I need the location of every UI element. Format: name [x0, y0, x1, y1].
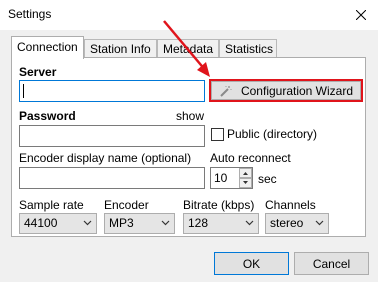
- server-label: Server: [19, 65, 57, 79]
- configuration-wizard-button[interactable]: Configuration Wizard: [211, 81, 361, 100]
- tab-station-info[interactable]: Station Info: [84, 39, 157, 57]
- chevron-down-icon: [245, 220, 254, 226]
- cancel-button[interactable]: Cancel: [294, 252, 369, 275]
- chevron-down-icon: [161, 220, 170, 226]
- encoder-name-input[interactable]: [19, 167, 205, 189]
- public-label: Public (directory): [227, 127, 318, 141]
- arrow-up-icon: [243, 172, 248, 175]
- auto-reconnect-value: 10: [214, 171, 228, 185]
- tab-connection[interactable]: Connection: [11, 36, 84, 59]
- tab-label: Statistics: [225, 42, 274, 56]
- arrow-down-icon: [243, 181, 248, 184]
- close-button[interactable]: [350, 4, 372, 26]
- tab-label: Connection: [17, 40, 78, 54]
- window-title: Settings: [8, 7, 52, 21]
- close-icon: [356, 10, 366, 20]
- channels-select[interactable]: stereo: [265, 213, 329, 234]
- auto-reconnect-label: Auto reconnect: [210, 151, 291, 165]
- encoder-label: Encoder: [104, 198, 149, 212]
- text-caret: [23, 84, 24, 98]
- bitrate-select[interactable]: 128: [183, 213, 259, 234]
- spin-up-button[interactable]: [239, 168, 252, 178]
- tab-label: Station Info: [90, 42, 151, 56]
- sample-rate-value: 44100: [24, 216, 58, 230]
- channels-value: stereo: [270, 216, 304, 230]
- sec-label: sec: [258, 172, 277, 186]
- wizard-label: Configuration Wizard: [240, 83, 354, 98]
- password-label: Password: [19, 109, 76, 123]
- ok-button[interactable]: OK: [214, 252, 289, 275]
- password-input[interactable]: [19, 125, 205, 147]
- sample-rate-label: Sample rate: [19, 198, 84, 212]
- encoder-name-label: Encoder display name (optional): [19, 151, 192, 165]
- bitrate-label: Bitrate (kbps): [183, 198, 255, 212]
- public-checkbox[interactable]: [211, 128, 224, 141]
- encoder-select[interactable]: MP3: [104, 213, 175, 234]
- chevron-down-icon: [83, 220, 92, 226]
- annotation-arrow-icon: [163, 20, 210, 77]
- channels-label: Channels: [265, 198, 316, 212]
- spin-down-button[interactable]: [239, 178, 252, 188]
- sample-rate-select[interactable]: 44100: [19, 213, 97, 234]
- chevron-down-icon: [315, 220, 324, 226]
- tab-statistics[interactable]: Statistics: [219, 39, 277, 57]
- cancel-label: Cancel: [312, 256, 351, 271]
- auto-reconnect-input[interactable]: 10: [210, 167, 253, 189]
- encoder-value: MP3: [109, 216, 134, 230]
- bitrate-value: 128: [188, 216, 209, 230]
- magic-wand-icon: [220, 85, 232, 97]
- show-password-link[interactable]: show: [176, 109, 204, 123]
- ok-label: OK: [242, 256, 261, 271]
